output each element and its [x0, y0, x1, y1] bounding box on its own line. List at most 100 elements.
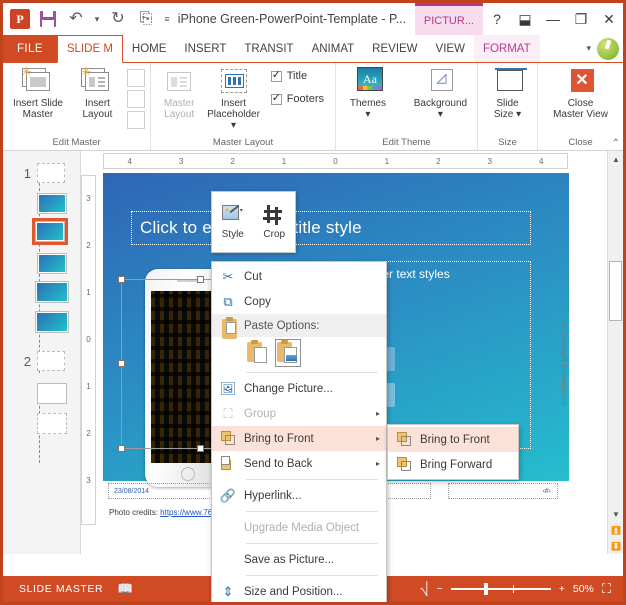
menu-item-upgrade-media-object[interactable]: Upgrade Media Object [212, 515, 386, 540]
zoom-slider-handle[interactable] [483, 583, 488, 595]
close-button[interactable]: ✕ [595, 4, 623, 34]
collapse-ribbon-icon[interactable]: ⌃ [612, 138, 620, 149]
paste-picture-button[interactable] [275, 339, 301, 367]
start-slideshow-icon[interactable]: ⎘ [133, 6, 159, 32]
scroll-down-icon[interactable]: ▼ [608, 506, 623, 522]
tab-animations[interactable]: ANIMAT [303, 35, 364, 62]
thumbnail-layout-7[interactable] [37, 413, 67, 434]
thumbnail-master-2[interactable] [37, 351, 65, 371]
picture-style-button[interactable]: ✦ ▾ Style [212, 192, 254, 252]
tab-overflow-icon[interactable]: ▾ [586, 44, 591, 53]
submenu-item-bring-to-front[interactable]: Bring to Front [388, 427, 518, 452]
vertical-scrollbar[interactable]: ▲ ▼ ⏫ ⏬ [607, 151, 623, 554]
powerpoint-logo-icon[interactable]: P [7, 6, 33, 32]
mini-toolbar-label: Style [221, 229, 244, 240]
thumbnail-master-1[interactable] [37, 163, 65, 183]
tab-slide-master[interactable]: SLIDE M [56, 35, 123, 63]
menu-item-size-and-position[interactable]: ⇕ Size and Position... [212, 579, 386, 602]
tab-home[interactable]: HOME [123, 35, 176, 62]
preserve-icon[interactable] [127, 111, 145, 129]
checkbox-label: Title [286, 70, 308, 82]
master-layout-button[interactable]: Master Layout [156, 66, 202, 120]
thumbnail-layout-2-selected[interactable] [32, 218, 68, 245]
thumbnail-layout-5[interactable] [35, 311, 69, 333]
scrollbar-thumb[interactable] [609, 261, 622, 321]
ruler-tick: 3 [178, 156, 184, 166]
resize-handle-w[interactable] [118, 360, 125, 367]
tab-insert[interactable]: INSERT [175, 35, 235, 62]
background-button[interactable]: ◿ Background ▾ [409, 66, 472, 120]
previous-slide-icon[interactable]: ⏫ [608, 522, 623, 538]
undo-icon[interactable]: ↶ [63, 6, 89, 32]
resize-handle-nw[interactable] [118, 276, 125, 283]
insert-slide-master-button[interactable]: ✳ Insert Slide Master [8, 65, 68, 120]
paste-keep-formatting-button[interactable] [246, 340, 270, 366]
tab-format[interactable]: FORMAT [473, 35, 540, 62]
tab-transitions[interactable]: TRANSIT [235, 35, 302, 62]
slide-thumbnail-pane[interactable]: 1 2 [3, 151, 81, 554]
btn-line2: Layout [164, 109, 195, 120]
redo-icon[interactable]: ↻ [105, 6, 131, 32]
fit-slide-icon[interactable]: ⛶ [602, 581, 611, 597]
zoom-level-label[interactable]: 50% [573, 583, 594, 595]
zoom-out-button[interactable]: − [437, 583, 443, 595]
thumbnail-layout-1[interactable] [37, 193, 67, 214]
checkbox-box [270, 68, 282, 82]
menu-item-send-to-back[interactable]: Send to Back ▸ [212, 451, 386, 476]
themes-button[interactable]: Aa Themes ▾ [341, 66, 395, 120]
notes-icon[interactable]: 📖 [117, 581, 134, 597]
title-placeholder[interactable]: Click to edit Master title style [131, 211, 531, 245]
crop-button[interactable]: Crop [254, 192, 296, 252]
delete-icon[interactable] [127, 69, 145, 87]
btn-line1: Master [163, 98, 195, 109]
zoom-in-button[interactable]: + [559, 583, 565, 595]
insert-placeholder-button[interactable]: Insert Placeholder ▾ [206, 66, 260, 131]
resize-handle-sw[interactable] [118, 445, 125, 452]
minimize-button[interactable]: — [539, 4, 567, 34]
zoom-slider[interactable] [450, 583, 551, 595]
ribbon-display-options-icon[interactable]: ⬓ [511, 4, 539, 34]
title-checkbox[interactable]: Title [270, 68, 324, 82]
submenu-item-bring-forward[interactable]: Bring Forward [388, 452, 518, 477]
tab-review[interactable]: REVIEW [363, 35, 426, 62]
menu-item-change-picture[interactable]: 🖼 Change Picture... [212, 376, 386, 401]
btn-line1: Insert [84, 98, 110, 109]
submenu-item-label: Bring to Front [420, 433, 490, 446]
help-icon[interactable]: ? [483, 4, 511, 34]
slide-number-placeholder[interactable]: ‹#› [448, 483, 558, 499]
menu-item-copy[interactable]: ⧉ Copy [212, 289, 386, 314]
normal-view-icon[interactable]: ⎷ [420, 581, 428, 597]
context-menu[interactable]: ✂ Cut ⧉ Copy Paste Options: 🖼 Change Pic… [211, 261, 387, 602]
tab-view[interactable]: VIEW [427, 35, 474, 62]
menu-item-bring-to-front[interactable]: Bring to Front ▸ [212, 426, 386, 451]
insert-layout-button[interactable]: ✳ Insert Layout [72, 65, 123, 120]
footers-checkbox[interactable]: Footers [270, 91, 324, 105]
photo-credits-link[interactable]: https://www. [160, 508, 203, 517]
menu-item-save-as-picture[interactable]: Save as Picture... [212, 547, 386, 572]
thumbnail-layout-4[interactable] [35, 281, 69, 303]
next-slide-icon[interactable]: ⏬ [608, 538, 623, 554]
date-placeholder[interactable]: 23/08/2014 [108, 483, 216, 499]
tab-file[interactable]: FILE [3, 35, 57, 62]
resize-handle-n[interactable] [197, 276, 204, 283]
rename-icon[interactable] [127, 90, 145, 108]
menu-item-label: Paste Options: [244, 319, 320, 332]
thumbnail-layout-6[interactable] [37, 383, 67, 404]
save-icon[interactable] [35, 6, 61, 32]
scroll-up-icon[interactable]: ▲ [608, 151, 623, 167]
bring-to-front-submenu[interactable]: Bring to Front Bring Forward [387, 424, 519, 480]
customize-qat-icon[interactable]: ≡ [161, 6, 173, 32]
restore-button[interactable]: ❐ [567, 4, 595, 34]
thumbnail-layout-3[interactable] [37, 253, 67, 274]
mini-toolbar[interactable]: ✦ ▾ Style Crop [211, 191, 296, 253]
slide-size-button[interactable]: Slide Size ▾ [483, 66, 532, 120]
vertical-ruler: 3 2 1 0 1 2 3 [81, 175, 96, 525]
undo-dropdown-icon[interactable]: ▾ [91, 6, 103, 32]
menu-item-hyperlink[interactable]: 🔗 Hyperlink... [212, 483, 386, 508]
resize-handle-s[interactable] [197, 445, 204, 452]
menu-item-group[interactable]: ⛶ Group ▸ [212, 401, 386, 426]
menu-item-cut[interactable]: ✂ Cut [212, 264, 386, 289]
themes-icon: Aa [351, 66, 385, 96]
close-master-view-icon: ✕ [564, 66, 598, 96]
close-master-view-button[interactable]: ✕ Close Master View [547, 66, 615, 120]
